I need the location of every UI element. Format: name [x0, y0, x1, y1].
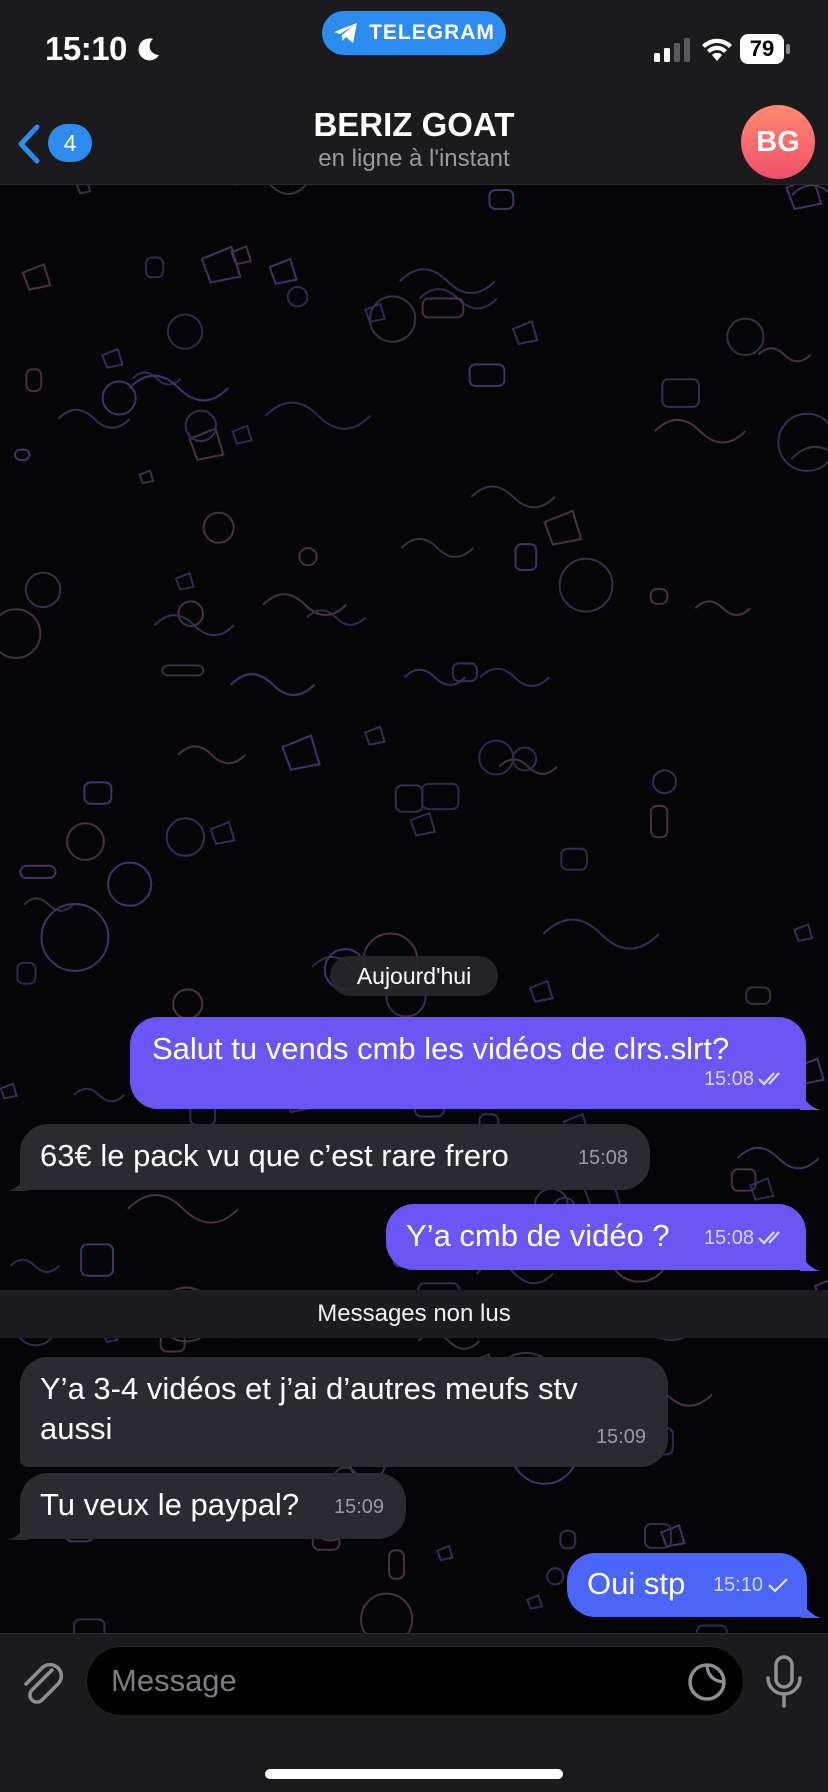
status-time: 15:10: [45, 30, 127, 67]
status-bar: 15:10 TELEGRAM 79: [0, 0, 828, 100]
message-bubble-outgoing[interactable]: Y’a cmb de vidéo ? 15:08: [386, 1204, 806, 1270]
message-meta: 15:08: [578, 1138, 628, 1178]
message-meta: 15:10: [713, 1565, 789, 1605]
message-text: Y’a 3-4 vidéos et j’ai d’autres meufs st…: [40, 1371, 578, 1446]
double-check-icon: [758, 1231, 780, 1245]
cellular-signal-icon: [654, 38, 690, 62]
bubble-tail: [8, 1520, 28, 1540]
wifi-icon: [702, 38, 732, 61]
battery-icon: 79: [740, 34, 790, 64]
home-indicator: [265, 1769, 563, 1779]
sticker-icon[interactable]: [686, 1661, 728, 1703]
battery-level: 79: [740, 34, 784, 64]
bubble-tail: [800, 1251, 820, 1271]
unread-count-badge: 4: [48, 124, 92, 162]
chevron-left-icon: [18, 124, 40, 164]
message-meta: 15:09: [596, 1417, 646, 1457]
message-time: 15:08: [703, 1227, 754, 1249]
bubble-tail: [8, 1171, 28, 1191]
message-meta: 15:08: [704, 1218, 788, 1258]
message-bubble-incoming[interactable]: 63€ le pack vu que c’est rare frero 15:0…: [20, 1124, 650, 1190]
back-button[interactable]: 4: [10, 120, 92, 166]
bubble-tail: [801, 1598, 821, 1618]
message-text: 63€ le pack vu que c’est rare frero: [40, 1138, 509, 1173]
message-input[interactable]: [86, 1646, 744, 1716]
message-time: 15:08: [703, 1068, 754, 1090]
date-separator: Aujourd'hui: [330, 956, 498, 996]
microphone-icon[interactable]: [763, 1654, 805, 1710]
double-check-icon: [758, 1072, 780, 1086]
message-bubble-incoming[interactable]: Tu veux le paypal? 15:09: [20, 1473, 406, 1539]
message-time: 15:09: [333, 1496, 384, 1518]
message-meta: 15:08: [704, 1059, 788, 1099]
message-time: 15:09: [595, 1426, 646, 1448]
moon-icon: [138, 38, 159, 61]
message-text: Salut tu vends cmb les vidéos de clrs.sl…: [152, 1031, 730, 1066]
message-bubble-outgoing[interactable]: Oui stp 15:10: [567, 1553, 807, 1617]
telegram-icon: [334, 23, 358, 43]
message-composer: [0, 1633, 828, 1792]
message-meta: 15:09: [334, 1487, 384, 1527]
message-bubble-outgoing[interactable]: Salut tu vends cmb les vidéos de clrs.sl…: [130, 1017, 806, 1109]
message-time: 15:10: [712, 1574, 763, 1596]
message-time: 15:08: [577, 1147, 628, 1169]
avatar[interactable]: BG: [741, 105, 815, 179]
message-bubble-incoming[interactable]: Y’a 3-4 vidéos et j’ai d’autres meufs st…: [20, 1357, 668, 1467]
chat-title[interactable]: BERIZ GOAT: [214, 106, 614, 144]
telegram-pill-label: TELEGRAM: [369, 21, 495, 44]
chat-status: en ligne à l'instant: [318, 145, 510, 172]
unread-separator: Messages non lus: [0, 1290, 828, 1338]
bubble-tail: [800, 1090, 820, 1110]
check-icon: [768, 1578, 788, 1593]
paperclip-icon[interactable]: [18, 1656, 66, 1708]
telegram-pill[interactable]: TELEGRAM: [322, 11, 506, 55]
